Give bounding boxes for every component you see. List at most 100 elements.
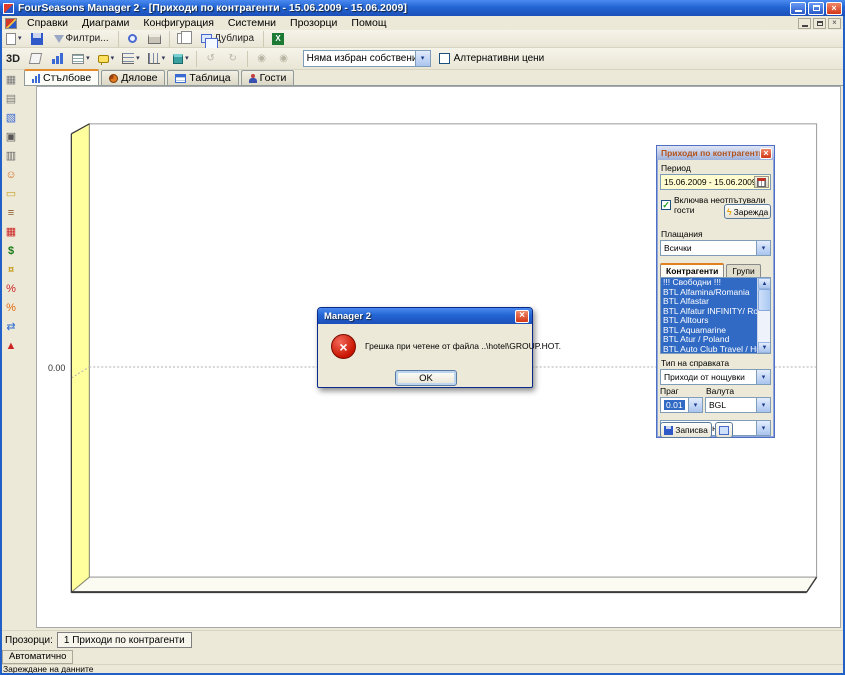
combo-dropdown-button[interactable]: ▾ — [415, 51, 430, 66]
payments-combobox[interactable]: Всички ▾ — [660, 240, 771, 256]
depth-button[interactable]: ▾ — [170, 50, 192, 68]
print-preview-button[interactable] — [123, 30, 143, 48]
menu-konfiguracia[interactable]: Конфигурация — [136, 16, 220, 30]
toggle-3d-button[interactable]: 3D — [3, 50, 23, 68]
ok-button[interactable]: OK — [395, 370, 457, 386]
percent-button[interactable]: % — [2, 300, 20, 316]
scrollbar-thumb[interactable] — [758, 289, 771, 311]
rotate-cw-button[interactable]: ↻ — [223, 50, 243, 68]
panel-title-bar[interactable]: Приходи по контрагенти × — [657, 146, 774, 160]
menu-prozortsi[interactable]: Прозорци — [283, 16, 344, 30]
copy-button[interactable]: ▾ — [174, 30, 195, 48]
tab-stalbove[interactable]: Стълбове — [24, 69, 99, 85]
minimize-button[interactable] — [790, 2, 806, 15]
currency-combobox[interactable]: BGL ▾ — [705, 397, 771, 413]
archive-button[interactable]: ≡ — [2, 205, 20, 221]
window-title: FourSeasons Manager 2 - [Приходи по конт… — [18, 2, 788, 14]
calculator-button[interactable]: ▣ — [2, 129, 20, 145]
copy-window-button[interactable]: ▥ — [2, 148, 20, 164]
contractors-listbox[interactable]: !!! Свободни !!! BTL Alfamina/Romania BT… — [660, 277, 771, 354]
combo-dropdown-button[interactable]: ▾ — [756, 370, 770, 384]
menu-sistemni[interactable]: Системни — [221, 16, 283, 30]
mdi-close-button[interactable]: × — [828, 18, 841, 29]
labels-button[interactable]: ▾ — [95, 50, 118, 68]
tab-dyalove[interactable]: Дялове — [101, 70, 165, 85]
list-item[interactable]: BTL Alltours — [661, 316, 757, 326]
combo-dropdown-button[interactable]: ▾ — [756, 421, 770, 435]
period-label: Период — [661, 163, 774, 173]
panel-close-button[interactable]: × — [760, 148, 772, 159]
automatic-button[interactable]: Автоматично — [2, 650, 73, 664]
sound-on-button[interactable]: ◉ — [252, 50, 272, 68]
dollar-button[interactable]: $ — [2, 243, 20, 259]
bar-chart-icon — [32, 74, 40, 83]
alt-prices-checkbox[interactable] — [439, 53, 450, 64]
menu-spravki[interactable]: Справки — [20, 16, 75, 30]
stats-button[interactable]: ▲ — [2, 338, 20, 354]
report-button[interactable]: ▤ — [2, 91, 20, 107]
restore-button[interactable] — [808, 2, 824, 15]
rotate-ccw-button[interactable]: ↺ — [201, 50, 221, 68]
owners-combobox[interactable]: Няма избран собственици ▾ — [303, 50, 431, 67]
guests-button[interactable]: ☺ — [2, 167, 20, 183]
tab-groups[interactable]: Групи — [726, 264, 760, 277]
list-item[interactable]: BTL Aquamarine — [661, 326, 757, 336]
coins-button[interactable]: ¤ — [2, 262, 20, 278]
export-excel-button[interactable]: X — [268, 30, 288, 48]
folder-button[interactable]: ▭ — [2, 186, 20, 202]
threshold-value: 0.01 — [664, 400, 685, 410]
combo-dropdown-button[interactable]: ▾ — [756, 398, 770, 412]
load-button[interactable]: ϟ Зарежда — [724, 204, 771, 219]
dialog-close-button[interactable]: × — [515, 310, 529, 323]
tab-tablitsa[interactable]: Таблица — [167, 70, 238, 85]
mdi-minimize-button[interactable] — [798, 18, 811, 29]
chart-type-button[interactable] — [47, 50, 67, 68]
threshold-combobox[interactable]: 0.01 ▾ — [660, 397, 703, 413]
filters-button[interactable]: Филтри... — [49, 30, 114, 48]
horizontal-grid-button[interactable]: ▾ — [119, 50, 143, 68]
panel-tabs: Контрагенти Групи — [660, 262, 774, 277]
list-item[interactable]: !!! Свободни !!! — [661, 278, 757, 288]
list-item[interactable]: BTL Atur / Poland — [661, 335, 757, 345]
legend-button[interactable]: ▾ — [69, 50, 93, 68]
list-item[interactable]: BTL Alfastar — [661, 297, 757, 307]
dialog-title-bar[interactable]: Manager 2 × — [318, 308, 532, 324]
chart-button[interactable]: ▧ — [2, 110, 20, 126]
grid-button[interactable]: ▦ — [2, 224, 20, 240]
combo-dropdown-button[interactable]: ▾ — [688, 398, 702, 412]
open-window-tab[interactable]: 1 Приходи по контрагенти — [57, 632, 192, 648]
pie-chart-icon — [109, 74, 118, 83]
list-item[interactable]: BTL Auto Club Travel / Hunga — [661, 345, 757, 355]
discount-button[interactable]: % — [2, 281, 20, 297]
close-button[interactable]: × — [826, 2, 842, 15]
duplicate-button[interactable]: Дублира — [196, 30, 259, 48]
cards-button[interactable]: ▦ — [2, 72, 20, 88]
transfer-button[interactable]: ⇄ — [2, 319, 20, 335]
print-button[interactable] — [145, 30, 165, 48]
calendar-icon — [757, 178, 766, 187]
tab-gosti[interactable]: Гости — [241, 70, 295, 85]
vertical-grid-button[interactable]: ▾ — [145, 50, 169, 68]
list-scrollbar[interactable]: ▲ ▼ — [757, 278, 770, 353]
period-input[interactable]: 15.06.2009 - 15.06.2009 — [660, 174, 771, 190]
duplicate-icon — [201, 34, 212, 43]
combo-dropdown-button[interactable]: ▾ — [756, 241, 770, 255]
report-type-combobox[interactable]: Приходи от нощувки ▾ — [660, 369, 771, 385]
save-button[interactable] — [27, 30, 47, 48]
save-report-button[interactable]: Записва — [660, 422, 712, 438]
mdi-restore-button[interactable] — [813, 18, 826, 29]
grid-icon: ▦ — [6, 227, 16, 238]
scroll-up-button[interactable]: ▲ — [758, 278, 771, 289]
menu-pomosht[interactable]: Помощ — [344, 16, 393, 30]
new-report-button[interactable]: ▾ — [3, 30, 25, 48]
layout-button[interactable] — [715, 422, 733, 438]
include-guests-checkbox[interactable]: ✓ — [661, 200, 671, 210]
perspective-button[interactable] — [25, 50, 45, 68]
scroll-down-button[interactable]: ▼ — [758, 342, 771, 353]
tab-contractors[interactable]: Контрагенти — [660, 263, 724, 277]
list-item[interactable]: BTL Alfamina/Romania — [661, 288, 757, 298]
list-item[interactable]: BTL Alfatur INFINITY/ Romani — [661, 307, 757, 317]
menu-diagrami[interactable]: Диаграми — [75, 16, 136, 30]
sound-off-button[interactable]: ◉ — [274, 50, 294, 68]
calendar-button[interactable] — [754, 176, 769, 188]
